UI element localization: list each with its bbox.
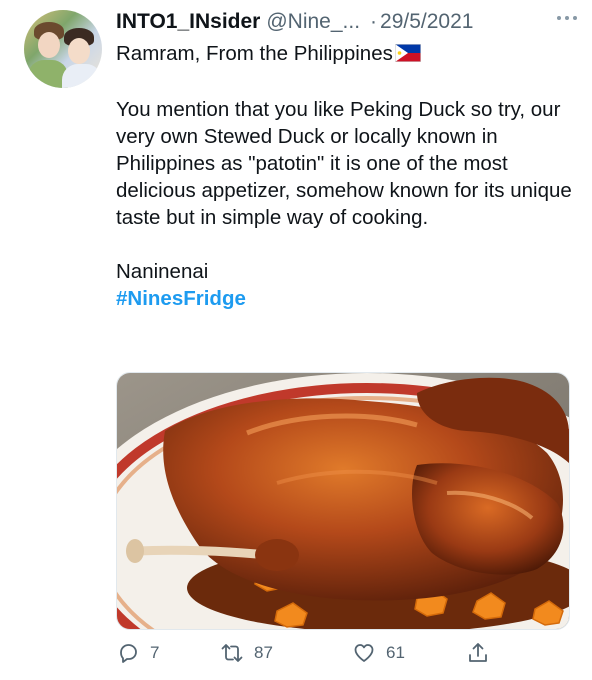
reply-icon (120, 644, 137, 663)
header-separator: · (370, 10, 378, 33)
avatar-face-right (68, 38, 90, 64)
tweet-header: INTO1_INsider @Nine_... · 29/5/2021 (116, 10, 582, 36)
retweet-icon (221, 644, 243, 662)
tweet-body: You mention that you like Peking Duck so… (116, 98, 572, 229)
author-name[interactable]: INTO1_INsider (116, 10, 260, 34)
avatar[interactable] (24, 10, 102, 88)
reply-count: 7 (150, 643, 160, 662)
like-button[interactable]: 61 (352, 641, 405, 665)
like-count: 61 (386, 643, 405, 662)
heart-icon (354, 644, 374, 662)
tweet-actions: 7 87 61 (116, 638, 496, 668)
more-dots-icon[interactable] (556, 6, 578, 27)
tweet-signature: Naninenai (116, 260, 209, 283)
hashtag-link[interactable]: #NinesFridge (116, 287, 246, 310)
share-button[interactable] (466, 641, 500, 665)
reply-button[interactable]: 7 (116, 641, 159, 665)
philippines-flag-icon (394, 42, 421, 69)
retweet-count: 87 (254, 643, 273, 662)
share-icon (469, 643, 487, 662)
tweet-media-duck-photo[interactable] (116, 372, 570, 630)
retweet-button[interactable]: 87 (220, 641, 273, 665)
author-handle[interactable]: @Nine_... (266, 10, 360, 34)
tweet-line-greeting: Ramram, From the Philippines (116, 42, 393, 65)
tweet-date[interactable]: 29/5/2021 (380, 10, 473, 34)
avatar-face-left (38, 32, 60, 58)
tweet-text: Ramram, From the Philippines You mention… (116, 40, 576, 312)
avatar-figure-right (62, 64, 102, 88)
